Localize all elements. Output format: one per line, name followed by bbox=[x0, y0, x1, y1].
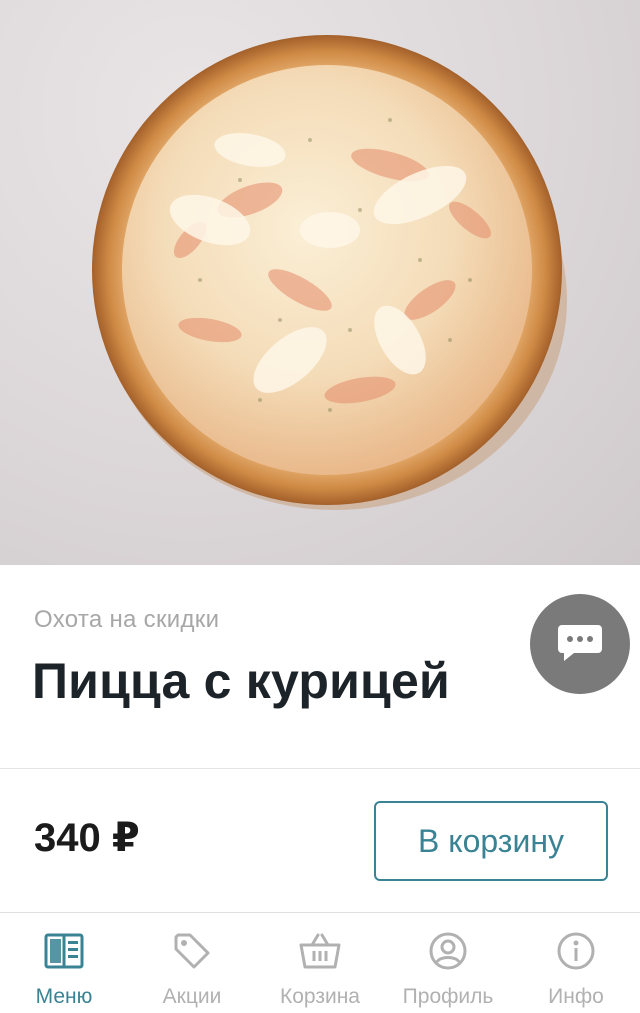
profile-icon bbox=[426, 929, 470, 973]
tab-label: Меню bbox=[35, 985, 93, 1008]
product-image bbox=[0, 0, 640, 565]
add-to-cart-button[interactable]: В корзину bbox=[374, 801, 608, 881]
tab-label: Корзина bbox=[280, 985, 360, 1008]
tab-cart[interactable]: Корзина bbox=[256, 913, 384, 1013]
chat-bubble-icon bbox=[558, 625, 602, 661]
product-category: Охота на скидки bbox=[34, 606, 220, 633]
tab-label: Профиль bbox=[402, 985, 494, 1008]
chat-button[interactable] bbox=[530, 594, 630, 694]
tab-profile[interactable]: Профиль bbox=[384, 913, 512, 1013]
bottom-tab-bar: Меню Акции Корзина Профиль Инфо bbox=[0, 913, 640, 1013]
pizza-illustration bbox=[92, 35, 567, 510]
basket-icon bbox=[298, 929, 342, 973]
tab-promotions[interactable]: Акции bbox=[128, 913, 256, 1013]
tab-info[interactable]: Инфо bbox=[512, 913, 640, 1013]
tab-label: Акции bbox=[162, 985, 222, 1008]
divider bbox=[0, 768, 640, 769]
tag-icon bbox=[170, 929, 214, 973]
info-icon bbox=[554, 929, 598, 973]
product-price: 340 ₽ bbox=[34, 816, 140, 860]
product-title: Пицца с курицей bbox=[32, 653, 450, 709]
tab-label: Инфо bbox=[548, 985, 604, 1008]
tab-menu[interactable]: Меню bbox=[0, 913, 128, 1013]
menu-book-icon bbox=[42, 929, 86, 973]
